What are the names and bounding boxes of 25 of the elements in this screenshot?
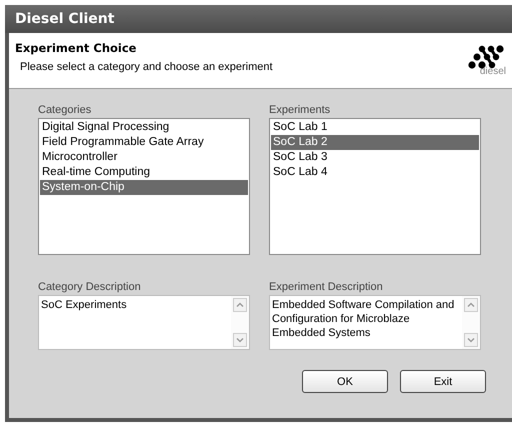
- scroll-down-icon[interactable]: [233, 333, 247, 347]
- list-item[interactable]: SoC Lab 1: [271, 120, 479, 135]
- scroll-down-icon[interactable]: [464, 333, 478, 347]
- exit-button[interactable]: Exit: [400, 370, 486, 393]
- list-item[interactable]: SoC Lab 2: [271, 135, 479, 150]
- list-label: Categories: [38, 104, 92, 116]
- window-title: Diesel Client: [15, 11, 114, 27]
- header-subtitle: Please select a category and choose an experiment: [19, 61, 273, 73]
- header-title: Experiment Choice: [15, 41, 138, 55]
- description-label: Experiment Description: [269, 281, 384, 293]
- list-label: Experiments: [269, 104, 332, 116]
- list-item[interactable]: SoC Lab 4: [271, 165, 479, 180]
- ok-button[interactable]: OK: [302, 370, 388, 393]
- list-item[interactable]: Digital Signal Processing: [40, 120, 248, 135]
- logo-text: diesel: [480, 66, 506, 77]
- description-label: Category Description: [38, 281, 142, 293]
- description-text: SoC Experiments: [40, 298, 128, 313]
- list-item[interactable]: Microcontroller: [40, 150, 248, 165]
- list-item[interactable]: Field Programmable Gate Array: [40, 135, 248, 150]
- scroll-up-icon[interactable]: [233, 298, 247, 312]
- list-item[interactable]: SoC Lab 3: [271, 150, 479, 165]
- list-item[interactable]: Real-time Computing: [40, 165, 248, 180]
- description-text: Embedded Software Compilation and Configuration for Microblaze Embedded Systems: [271, 298, 456, 341]
- list-item[interactable]: System-on-Chip: [40, 180, 248, 195]
- scroll-up-icon[interactable]: [464, 298, 478, 312]
